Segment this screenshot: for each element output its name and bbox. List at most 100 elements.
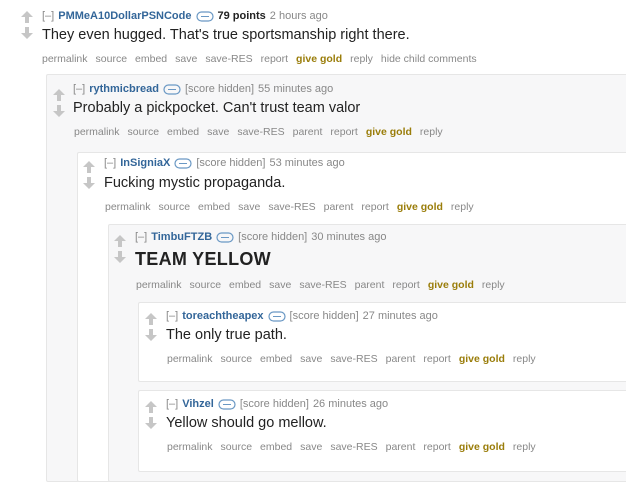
comment-body: TEAM YELLOW — [135, 249, 271, 269]
downvote-arrow-icon[interactable] — [20, 26, 34, 40]
source-button[interactable]: source — [221, 353, 253, 365]
author-link[interactable]: InSigniaX — [120, 157, 170, 169]
parent-button[interactable]: parent — [293, 126, 323, 138]
timestamp: 27 minutes ago — [362, 310, 438, 322]
downvote-arrow-icon[interactable] — [52, 104, 66, 118]
collapse-toggle[interactable]: [–] — [135, 231, 147, 243]
score: 79 points — [217, 10, 266, 22]
parent-button[interactable]: parent — [355, 279, 385, 291]
downvote-arrow-icon[interactable] — [113, 250, 127, 264]
save-button[interactable]: save — [300, 353, 322, 365]
message-bubble-icon[interactable] — [267, 310, 286, 322]
comment-buttons: permalink source embed save save-RES par… — [105, 201, 474, 213]
embed-button[interactable]: embed — [198, 201, 230, 213]
collapse-toggle[interactable]: [–] — [104, 157, 116, 169]
save-button[interactable]: save — [175, 53, 197, 65]
save-res-button[interactable]: save-RES — [299, 279, 346, 291]
embed-button[interactable]: embed — [229, 279, 261, 291]
permalink-button[interactable]: permalink — [105, 201, 151, 213]
parent-button[interactable]: parent — [386, 441, 416, 453]
source-button[interactable]: source — [159, 201, 191, 213]
give-gold-button[interactable]: give gold — [459, 441, 505, 453]
permalink-button[interactable]: permalink — [167, 441, 213, 453]
upvote-arrow-icon[interactable] — [52, 88, 66, 102]
embed-button[interactable]: embed — [260, 353, 292, 365]
reply-button[interactable]: reply — [350, 53, 373, 65]
permalink-button[interactable]: permalink — [74, 126, 120, 138]
downvote-arrow-icon[interactable] — [82, 176, 96, 190]
save-button[interactable]: save — [238, 201, 260, 213]
permalink-button[interactable]: permalink — [167, 353, 213, 365]
downvote-arrow-icon[interactable] — [144, 416, 158, 430]
save-res-button[interactable]: save-RES — [237, 126, 284, 138]
message-bubble-icon[interactable] — [174, 157, 192, 169]
reply-button[interactable]: reply — [513, 441, 536, 453]
message-bubble-icon[interactable] — [195, 10, 214, 22]
report-button[interactable]: report — [423, 353, 450, 365]
permalink-button[interactable]: permalink — [42, 53, 88, 65]
save-button[interactable]: save — [300, 441, 322, 453]
reply-button[interactable]: reply — [482, 279, 505, 291]
vote-controls — [144, 400, 158, 430]
author-link[interactable]: TimbuFTZB — [151, 231, 212, 243]
report-button[interactable]: report — [392, 279, 419, 291]
author-link[interactable]: rythmicbread — [89, 83, 159, 95]
comment-body: Probably a pickpocket. Can't trust team … — [73, 100, 361, 116]
collapse-toggle[interactable]: [–] — [166, 398, 178, 410]
give-gold-button[interactable]: give gold — [296, 53, 342, 65]
comment-thread: [–] PMMeA10DollarPSNCode 79 points 2 hou… — [0, 0, 626, 482]
source-button[interactable]: source — [221, 441, 253, 453]
parent-button[interactable]: parent — [324, 201, 354, 213]
upvote-arrow-icon[interactable] — [144, 312, 158, 326]
save-res-button[interactable]: save-RES — [330, 441, 377, 453]
source-button[interactable]: source — [96, 53, 128, 65]
embed-button[interactable]: embed — [167, 126, 199, 138]
timestamp: 55 minutes ago — [258, 83, 334, 95]
parent-button[interactable]: parent — [386, 353, 416, 365]
vote-controls — [52, 88, 66, 118]
give-gold-button[interactable]: give gold — [428, 279, 474, 291]
collapse-toggle[interactable]: [–] — [73, 83, 85, 95]
source-button[interactable]: source — [128, 126, 160, 138]
report-button[interactable]: report — [361, 201, 388, 213]
permalink-button[interactable]: permalink — [136, 279, 182, 291]
timestamp: 30 minutes ago — [311, 231, 387, 243]
upvote-arrow-icon[interactable] — [144, 400, 158, 414]
hide-child-comments-button[interactable]: hide child comments — [381, 53, 477, 65]
give-gold-button[interactable]: give gold — [397, 201, 443, 213]
source-button[interactable]: source — [190, 279, 222, 291]
report-button[interactable]: report — [261, 53, 288, 65]
save-res-button[interactable]: save-RES — [205, 53, 252, 65]
downvote-arrow-icon[interactable] — [144, 328, 158, 342]
upvote-arrow-icon[interactable] — [113, 234, 127, 248]
author-link[interactable]: Vihzel — [182, 398, 214, 410]
reply-button[interactable]: reply — [451, 201, 474, 213]
message-bubble-icon[interactable] — [216, 231, 234, 243]
comment-tagline: [–] InSigniaX [score hidden] 53 minutes … — [104, 156, 345, 170]
collapse-toggle[interactable]: [–] — [166, 310, 178, 322]
save-res-button[interactable]: save-RES — [268, 201, 315, 213]
upvote-arrow-icon[interactable] — [82, 160, 96, 174]
comment-buttons: permalink source embed save save-RES par… — [136, 279, 505, 291]
give-gold-button[interactable]: give gold — [459, 353, 505, 365]
author-link[interactable]: toreachtheapex — [182, 310, 263, 322]
upvote-arrow-icon[interactable] — [20, 10, 34, 24]
reply-button[interactable]: reply — [513, 353, 536, 365]
score: [score hidden] — [289, 310, 359, 322]
comment-buttons: permalink source embed save save-RES par… — [167, 441, 536, 453]
report-button[interactable]: report — [423, 441, 450, 453]
embed-button[interactable]: embed — [135, 53, 167, 65]
vote-controls — [20, 10, 34, 40]
author-link[interactable]: PMMeA10DollarPSNCode — [58, 10, 191, 22]
give-gold-button[interactable]: give gold — [366, 126, 412, 138]
save-button[interactable]: save — [269, 279, 291, 291]
message-bubble-icon[interactable] — [163, 83, 181, 95]
save-button[interactable]: save — [207, 126, 229, 138]
collapse-toggle[interactable]: [–] — [42, 10, 54, 22]
reply-button[interactable]: reply — [420, 126, 443, 138]
timestamp: 2 hours ago — [269, 10, 328, 22]
embed-button[interactable]: embed — [260, 441, 292, 453]
report-button[interactable]: report — [330, 126, 357, 138]
save-res-button[interactable]: save-RES — [330, 353, 377, 365]
message-bubble-icon[interactable] — [218, 398, 236, 410]
